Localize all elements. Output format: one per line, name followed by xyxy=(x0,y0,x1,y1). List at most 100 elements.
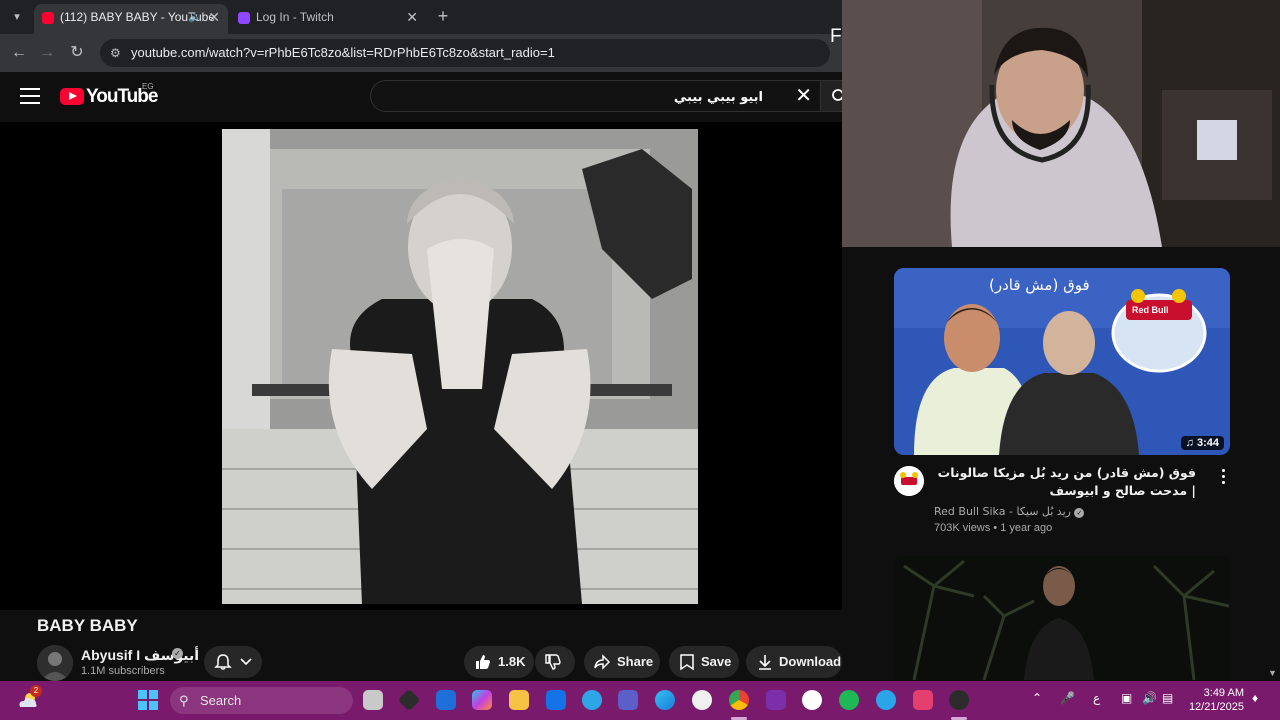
avatar-image xyxy=(37,645,73,681)
close-tab-icon[interactable]: ✕ xyxy=(208,4,220,30)
thumbs-down-icon xyxy=(545,654,561,670)
volume-icon[interactable]: 🔊 xyxy=(1142,691,1157,705)
thumbs-up-icon xyxy=(476,655,490,669)
dislike-button[interactable] xyxy=(535,646,575,678)
close-tab-icon[interactable]: ✕ xyxy=(406,4,418,30)
recommendation-thumbnail[interactable] xyxy=(894,556,1230,680)
weather-widget[interactable]: 2 xyxy=(16,685,42,711)
duration-text: 3:44 xyxy=(1196,437,1219,449)
recommendation-title[interactable]: فوق (مش قادر) من ريد بُل مزيكا صالونات |… xyxy=(934,464,1196,500)
search-icon: ⚲ xyxy=(179,693,189,708)
search-box: ✕ xyxy=(370,80,820,112)
browser-tab-bar: ▾ (112) BABY BABY - YouTube 🔈 ✕ Log In -… xyxy=(0,0,842,34)
tab-twitch-title: Log In - Twitch xyxy=(256,10,334,24)
video-still-image xyxy=(222,129,698,604)
bell-icon xyxy=(214,654,232,670)
task-view-icon[interactable] xyxy=(363,690,383,710)
download-icon xyxy=(759,655,771,670)
notification-bell-button[interactable] xyxy=(204,646,262,678)
back-arrow-icon[interactable]: ← xyxy=(8,42,30,64)
share-button[interactable]: Share xyxy=(584,646,660,678)
slack-icon[interactable] xyxy=(802,690,822,710)
save-label: Save xyxy=(701,654,732,669)
youtube-header: YouTube EG ✕ xyxy=(0,72,847,122)
teams-icon[interactable] xyxy=(618,690,638,710)
verified-icon: ✓ xyxy=(1074,508,1085,518)
search-input[interactable] xyxy=(383,85,763,109)
video-frame[interactable] xyxy=(222,129,698,604)
share-label: Share xyxy=(617,654,654,669)
tab-youtube[interactable]: (112) BABY BABY - YouTube 🔈 ✕ xyxy=(34,4,228,34)
tab-search-dropdown-icon[interactable]: ▾ xyxy=(6,6,28,28)
windows-taskbar: 2 ⚲ Search ⌃ 🎤 ع ▣ 🔊 ▤ ♦ xyxy=(0,681,1280,720)
menu-icon[interactable] xyxy=(20,88,40,106)
thumbnail-image xyxy=(894,268,1230,455)
more-vertical-icon[interactable] xyxy=(1218,469,1228,485)
download-label: Download xyxy=(779,654,842,669)
input-language-indicator[interactable]: ع xyxy=(1093,691,1100,705)
like-count: 1.8K xyxy=(498,654,526,669)
taskbar-search-box[interactable]: ⚲ Search xyxy=(170,687,353,714)
forward-arrow-icon[interactable]: → xyxy=(36,42,58,64)
spotify-icon[interactable] xyxy=(839,690,859,710)
speaker-icon[interactable]: 🔈 xyxy=(188,4,202,30)
subscriber-count: 1.1M subscribers xyxy=(81,665,165,677)
twitch-favicon-icon xyxy=(238,12,250,24)
taskbar-search-placeholder: Search xyxy=(200,693,242,708)
youtube-favicon-icon xyxy=(42,12,54,24)
thumbnail-text: فوق (مش قادر) xyxy=(989,276,1090,294)
copilot-icon[interactable] xyxy=(472,690,492,710)
download-button[interactable]: Download xyxy=(746,646,842,678)
duration-badge: ♫ 3:44 xyxy=(1180,436,1224,450)
chrome-icon[interactable] xyxy=(729,690,749,710)
channel-avatar[interactable] xyxy=(37,645,73,681)
outlook-icon[interactable] xyxy=(546,690,566,710)
microphone-icon[interactable]: 🎤 xyxy=(1060,691,1075,705)
onenote-icon[interactable] xyxy=(766,690,786,710)
scroll-down-icon[interactable]: ▼ xyxy=(1268,668,1277,678)
canva-icon[interactable] xyxy=(876,690,896,710)
site-info-icon[interactable]: ⚙ xyxy=(110,39,121,67)
microsoft-store-icon[interactable] xyxy=(436,690,456,710)
brand-logo-text: Red Bull xyxy=(1132,305,1169,315)
reload-icon[interactable]: ↻ xyxy=(66,42,88,64)
clock-app-icon[interactable] xyxy=(692,690,712,710)
clear-search-icon[interactable]: ✕ xyxy=(795,85,812,107)
show-hidden-icons-chevron-icon[interactable]: ⌃ xyxy=(1032,691,1042,705)
redbull-avatar-icon xyxy=(894,466,924,496)
youtube-logo[interactable]: YouTube EG xyxy=(60,82,158,110)
network-icon[interactable]: ▣ xyxy=(1121,691,1132,705)
recommendation-meta: 703K views • 1 year ago xyxy=(934,522,1053,534)
notification-bell-icon[interactable]: ♦ xyxy=(1252,691,1258,705)
tab-twitch[interactable]: Log In - Twitch ✕ xyxy=(230,4,426,34)
edge-icon[interactable] xyxy=(655,690,675,710)
country-code: EG xyxy=(142,82,154,91)
address-bar[interactable]: ⚙ youtube.com/watch?v=rPhbE6Tc8zo&list=R… xyxy=(100,39,830,67)
webcam-image xyxy=(842,0,1280,247)
recommendation-channel-avatar[interactable] xyxy=(894,466,924,496)
file-explorer-icon[interactable] xyxy=(509,690,529,710)
save-button[interactable]: Save xyxy=(669,646,739,678)
video-title: BABY BABY xyxy=(37,616,138,635)
windows-start-icon[interactable] xyxy=(138,690,158,710)
notification-badge: 2 xyxy=(30,685,42,697)
webcam-overlay xyxy=(842,0,1280,247)
recommendation-channel-name: Red Bull Sika - ريد بُل سيكا xyxy=(934,505,1071,518)
address-bar-url: youtube.com/watch?v=rPhbE6Tc8zo&list=RDr… xyxy=(131,45,555,60)
battery-icon[interactable]: ▤ xyxy=(1162,691,1173,705)
bookmark-icon xyxy=(680,654,694,671)
grammarly-icon[interactable] xyxy=(582,690,602,710)
browser-toolbar: ← → ↻ ⚙ youtube.com/watch?v=rPhbE6Tc8zo&… xyxy=(0,34,842,72)
taskbar-clock-time[interactable]: 3:49 AM xyxy=(1196,687,1244,699)
recommendation-thumbnail[interactable]: فوق (مش قادر) Red Bull ♫ 3:44 xyxy=(894,268,1230,455)
taskbar-clock-date[interactable]: 12/21/2025 xyxy=(1186,701,1244,713)
photo-app-icon[interactable] xyxy=(913,690,933,710)
recommendation-channel[interactable]: Red Bull Sika - ريد بُل سيكا ✓ xyxy=(934,505,1085,518)
obs-icon[interactable] xyxy=(949,690,969,710)
vpn-app-icon[interactable] xyxy=(397,688,421,712)
cropped-text: F xyxy=(830,26,842,47)
new-tab-icon[interactable]: + xyxy=(434,6,452,26)
search-button[interactable] xyxy=(820,80,847,112)
youtube-play-icon xyxy=(60,88,84,105)
like-button[interactable]: 1.8K xyxy=(464,646,534,678)
